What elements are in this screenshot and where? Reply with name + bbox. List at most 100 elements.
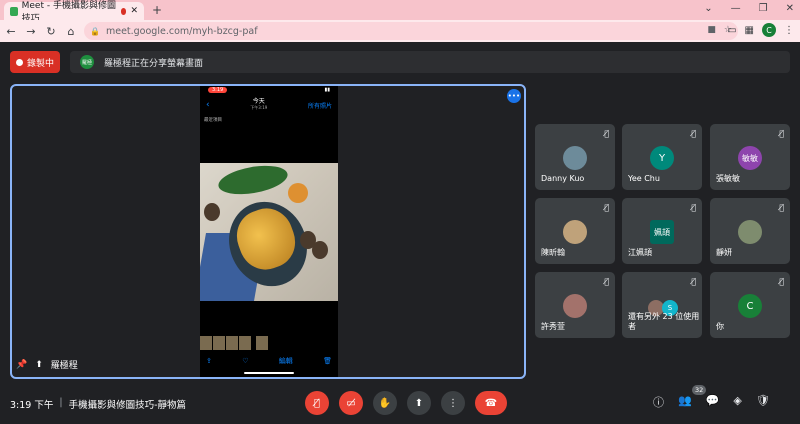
recording-button[interactable]: 錄製中 (10, 51, 60, 73)
meeting-time: 3:19 下午 (10, 400, 54, 411)
participant-name: Danny Kuo (541, 174, 585, 183)
participant-avatar (563, 146, 587, 170)
minimize-button[interactable]: — (731, 3, 741, 14)
photos-title: 今天 下午3:19 (250, 99, 267, 111)
people-icon[interactable]: 👥 (678, 394, 692, 410)
participant-name: 江姵頡 (628, 248, 652, 257)
address-bar[interactable]: 🔒 meet.google.com/myh-bzcg-paf ■ ☆ (84, 22, 738, 40)
leave-call-button[interactable]: ☎ (475, 391, 507, 415)
maximize-button[interactable]: ❐ (759, 3, 768, 14)
participant-tile[interactable]: 🎙̸ 許秀萱 (535, 272, 615, 338)
mic-muted-icon: 🎙̸ (691, 203, 696, 212)
photo-pinecone (204, 203, 220, 221)
participant-avatar: 敏敏 (738, 146, 762, 170)
stage-more-options-icon[interactable]: ••• (507, 89, 521, 103)
participant-tile[interactable]: 🎙̸ Y Yee Chu (622, 124, 702, 190)
thumbnail (256, 336, 268, 350)
tab-search-icon[interactable]: ⌄ (704, 3, 712, 14)
presenter-avatar: 羅極 (80, 55, 94, 69)
meeting-title: 手機攝影與修圖技巧-靜物篇 (68, 400, 186, 411)
host-controls-icon[interactable]: 🛡 (756, 394, 770, 410)
edit-label: 編輯 (278, 357, 293, 365)
reload-icon[interactable]: ↻ (42, 25, 60, 38)
self-tile[interactable]: 🎙̸ C 你 (710, 272, 790, 338)
still-life-photo (200, 163, 338, 301)
mic-toggle-button[interactable]: 🎙̸ (305, 391, 329, 415)
browser-menu-icon[interactable]: ⋮ (784, 25, 794, 36)
meet-favicon (10, 6, 18, 16)
window-controls: ⌄ — ❐ ✕ (704, 3, 794, 14)
phone-home-indicator (244, 372, 294, 374)
back-icon[interactable]: ← (2, 25, 20, 38)
mic-muted-icon: 🎙̸ (779, 277, 784, 286)
more-options-button[interactable]: ⋮ (441, 391, 465, 415)
shared-phone-screen: 3:19 ▮▮ ‹ 今天 下午3:19 所有照片 最近項目 ⇪ ♡ 編輯 🗑 (200, 86, 338, 377)
photo-location: 最近項目 (204, 118, 222, 123)
thumbnail-strip (200, 336, 338, 350)
mic-muted-icon: 🎙̸ (691, 277, 696, 286)
browser-tab[interactable]: Meet - 手機攝影與修圖技巧 ✕ (4, 1, 144, 24)
phone-back-icon: ‹ (206, 100, 210, 110)
participant-avatar: Y (650, 146, 674, 170)
close-tab-icon[interactable]: ✕ (130, 6, 138, 16)
forward-icon[interactable]: → (22, 25, 40, 38)
photos-title-sub: 下午3:19 (250, 105, 268, 110)
separator: | (59, 397, 63, 408)
mic-muted-icon: 🎙̸ (604, 277, 609, 286)
mic-muted-icon: 🎙̸ (779, 129, 784, 138)
mic-muted-icon: 🎙̸ (691, 129, 696, 138)
photos-title-main: 今天 (252, 98, 265, 105)
new-tab-button[interactable]: + (152, 3, 162, 17)
participant-tile[interactable]: 🎙̸ 敏敏 張敏敏 (710, 124, 790, 190)
participant-tile[interactable]: 🎙̸ 姵頡 江姵頡 (622, 198, 702, 264)
thumbnail (226, 336, 238, 350)
all-photos-link: 所有照片 (307, 102, 332, 110)
thumbnail (200, 336, 212, 350)
present-now-button[interactable]: ⬆ (407, 391, 431, 415)
recording-indicator-icon (120, 7, 127, 15)
presentation-stage[interactable]: 3:19 ▮▮ ‹ 今天 下午3:19 所有照片 最近項目 ⇪ ♡ 編輯 🗑 •… (10, 84, 526, 379)
participant-name: Yee Chu (628, 174, 660, 183)
photo-cup (288, 183, 308, 203)
lock-icon[interactable]: 🔒 (90, 27, 100, 36)
stage-label: 📌 ⬆ 羅極程 (16, 358, 78, 372)
profile-avatar[interactable]: C (762, 23, 776, 37)
share-icon: ⇪ (206, 357, 212, 365)
extensions-icon[interactable]: ▦ (745, 25, 754, 36)
participant-name: 陳昕翰 (541, 248, 565, 257)
activities-icon[interactable]: ◈ (733, 394, 741, 410)
trash-icon: 🗑 (323, 357, 332, 365)
participant-tile[interactable]: 🎙̸ 靜妍 (710, 198, 790, 264)
photo-leaf (216, 163, 290, 199)
photo-pinecone (300, 231, 316, 249)
participant-name: 張敏敏 (716, 174, 740, 183)
others-tile[interactable]: 🎙̸ S 還有另外 23 位使用者 (622, 272, 702, 338)
close-window-button[interactable]: ✕ (786, 3, 794, 14)
call-controls: 🎙̸ ▭̸ ✋ ⬆ ⋮ ☎ (305, 391, 507, 415)
cast-icon[interactable]: ▭ (727, 25, 736, 36)
raise-hand-button[interactable]: ✋ (373, 391, 397, 415)
photos-toolbar: ⇪ ♡ 編輯 🗑 (200, 354, 338, 368)
mic-muted-icon: 🎙̸ (604, 129, 609, 138)
present-icon: ⬆ (35, 359, 43, 370)
mic-muted-icon: 🎙̸ (779, 203, 784, 212)
meeting-controls-bar: 3:19 下午 | 手機攝影與修圖技巧-靜物篇 🎙̸ ▭̸ ✋ ⬆ ⋮ ☎ 32… (0, 385, 800, 421)
chat-icon[interactable]: 💬 (706, 394, 720, 410)
camera-toggle-button[interactable]: ▭̸ (339, 391, 363, 415)
meeting-details-icon[interactable]: ⓘ (653, 394, 664, 410)
presentation-banner: 羅極 羅極程正在分享螢幕畫面 (70, 51, 790, 73)
participant-tile[interactable]: 🎙̸ Danny Kuo (535, 124, 615, 190)
recording-label: 錄製中 (26, 58, 54, 69)
side-panel-controls: ⓘ 👥 💬 ◈ 🛡 (653, 394, 770, 410)
participant-name: 你 (716, 322, 724, 331)
record-dot-icon (15, 58, 23, 66)
home-icon[interactable]: ⌂ (62, 25, 80, 38)
phone-battery-icon: ▮▮ (324, 87, 330, 93)
participant-avatar (563, 294, 587, 318)
participant-avatar (738, 220, 762, 244)
participant-name: 還有另外 23 位使用者 (628, 312, 700, 331)
pin-icon[interactable]: 📌 (16, 360, 27, 370)
participant-tile[interactable]: 🎙̸ 陳昕翰 (535, 198, 615, 264)
thumbnail (239, 336, 251, 350)
camera-permission-icon[interactable]: ■ (707, 25, 716, 35)
